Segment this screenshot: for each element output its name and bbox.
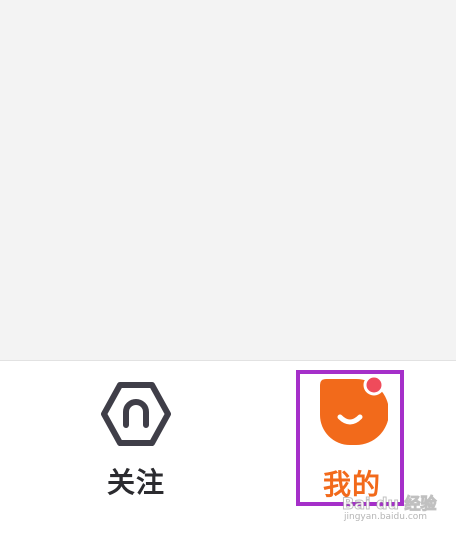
tab-follow-label: 关注 [106,466,165,499]
tab-mine[interactable]: 我的 [296,361,408,511]
tab-mine-label: 我的 [322,468,381,501]
bottom-tab-bar: 关注 我的 [0,361,456,536]
content-area [0,0,456,360]
smile-face-icon [320,375,388,445]
hexagon-arch-icon [101,382,171,446]
tab-follow[interactable]: 关注 [86,361,186,511]
notification-badge-dot [363,375,385,396]
app-screen: 关注 我的 Bai du 经验 jingyan.baidu.com [0,0,456,536]
